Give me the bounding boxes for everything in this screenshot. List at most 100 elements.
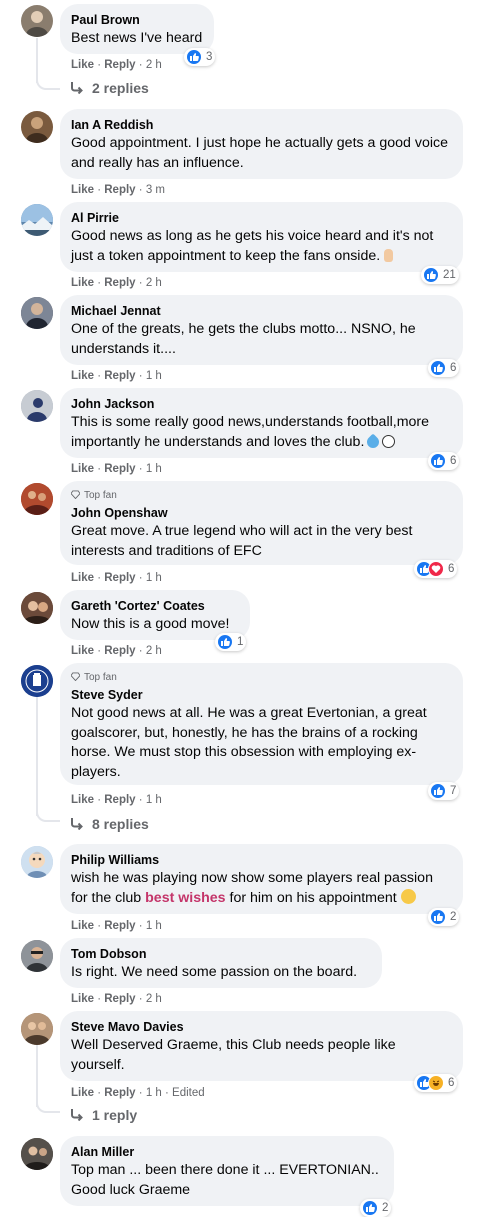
best-wishes-highlight[interactable]: best wishes [145,890,225,906]
comment-author[interactable]: John Jackson [71,396,451,412]
timestamp[interactable]: 1 h [146,370,162,382]
reaction-badge[interactable]: 2 [360,1199,392,1217]
thread-line [36,1045,38,1107]
comment-bubble: Tom Dobson Is right. We need some passio… [60,938,382,988]
comment-author[interactable]: Steve Mavo Davies [71,1019,451,1035]
comment-author[interactable]: Gareth 'Cortez' Coates [71,598,238,614]
reaction-badge[interactable]: 6 [428,359,460,377]
comment-text: Top man ... been there done it ... EVERT… [71,1162,379,1198]
timestamp[interactable]: 1 h [146,1087,162,1099]
comment-actions: Like · Reply · 1 h · Edited [71,1087,205,1099]
soccer-ball-emoji-icon [382,434,396,448]
like-reaction-icon [430,909,446,925]
reaction-count: 7 [450,785,457,797]
like-link[interactable]: Like [71,59,94,71]
like-link[interactable]: Like [71,463,94,475]
reaction-badge[interactable]: 6 [414,1074,458,1092]
top-fan-label: Top fan [84,490,117,501]
timestamp[interactable]: 3 m [146,184,165,196]
hand-emoji-icon [384,248,394,262]
comment-author[interactable]: Michael Jennat [71,303,451,319]
timestamp[interactable]: 2 h [146,277,162,289]
avatar[interactable] [21,592,53,624]
reply-link[interactable]: Reply [104,794,135,806]
reaction-badge[interactable]: 7 [428,782,460,800]
timestamp[interactable]: 2 h [146,59,162,71]
comment-text: Not good news at all. He was a great Eve… [71,705,427,780]
like-link[interactable]: Like [71,920,94,932]
timestamp[interactable]: 1 h [146,572,162,584]
avatar[interactable] [21,483,53,515]
reaction-badge[interactable]: 2 [428,908,460,926]
reaction-badge[interactable]: 3 [184,48,216,66]
reply-link[interactable]: Reply [104,184,135,196]
view-replies-button[interactable]: 2 replies [70,80,149,96]
comment-author[interactable]: Alan Miller [71,1144,382,1160]
reply-link[interactable]: Reply [104,1087,135,1099]
comment-text: Good news as long as he gets his voice h… [71,227,451,266]
comment-actions: Like · Reply · 1 h [71,794,162,806]
reaction-badge[interactable]: 21 [421,266,459,284]
reply-link[interactable]: Reply [104,572,135,584]
view-replies-button[interactable]: 8 replies [70,816,149,832]
diamond-icon [71,672,80,681]
reply-link[interactable]: Reply [104,277,135,289]
comment-author[interactable]: Steve Syder [71,687,451,703]
reaction-count: 6 [448,563,455,575]
view-replies-button[interactable]: 1 reply [70,1107,137,1123]
avatar[interactable] [21,1138,53,1170]
avatar[interactable] [21,297,53,329]
comment-author[interactable]: Al Pirrie [71,210,451,226]
comment-text: Best news I've heard [71,30,203,46]
reaction-badge[interactable]: 6 [428,452,460,470]
like-link[interactable]: Like [71,993,94,1005]
comment-author[interactable]: John Openshaw [71,505,451,521]
blue-heart-emoji-icon [364,433,382,450]
comment-author[interactable]: Paul Brown [71,12,202,28]
reply-link[interactable]: Reply [104,993,135,1005]
reply-link[interactable]: Reply [104,920,135,932]
timestamp[interactable]: 2 h [146,993,162,1005]
avatar[interactable] [21,1013,53,1045]
reply-arrow-icon [71,818,83,830]
comment-bubble: Top fan Steve Syder Not good news at all… [60,663,463,785]
reply-link[interactable]: Reply [104,463,135,475]
replies-count-label: 1 reply [92,1107,138,1123]
avatar[interactable] [21,5,53,37]
like-link[interactable]: Like [71,645,94,657]
top-fan-label: Top fan [84,672,117,683]
avatar[interactable] [21,940,53,972]
avatar[interactable] [21,204,53,236]
comment-actions: Like · Reply · 1 h [71,370,162,382]
comments-thread: Paul Brown Best news I've heard 3 Like ·… [0,0,504,1217]
reaction-badge[interactable]: 6 [414,560,458,578]
edited-label[interactable]: Edited [172,1087,205,1099]
comment-author[interactable]: Ian A Reddish [71,117,451,133]
reaction-badge[interactable]: 1 [215,633,247,651]
avatar[interactable] [21,665,53,697]
comment-author[interactable]: Tom Dobson [71,946,370,962]
like-link[interactable]: Like [71,794,94,806]
reply-link[interactable]: Reply [104,370,135,382]
like-link[interactable]: Like [71,184,94,196]
like-link[interactable]: Like [71,277,94,289]
like-link[interactable]: Like [71,370,94,382]
avatar[interactable] [21,111,53,143]
timestamp[interactable]: 2 h [146,645,162,657]
reply-link[interactable]: Reply [104,59,135,71]
avatar[interactable] [21,390,53,422]
comment-actions: Like · Reply · 2 h [71,59,162,71]
diamond-icon [71,490,80,499]
comment-author[interactable]: Philip Williams [71,852,451,868]
like-link[interactable]: Like [71,1087,94,1099]
comment-bubble: Philip Williams wish he was playing now … [60,844,463,914]
reaction-count: 6 [450,455,457,467]
reply-link[interactable]: Reply [104,645,135,657]
comment-bubble: Steve Mavo Davies Well Deserved Graeme, … [60,1011,463,1081]
timestamp[interactable]: 1 h [146,920,162,932]
timestamp[interactable]: 1 h [146,794,162,806]
thread-curve [36,1099,60,1113]
like-link[interactable]: Like [71,572,94,584]
avatar[interactable] [21,846,53,878]
timestamp[interactable]: 1 h [146,463,162,475]
